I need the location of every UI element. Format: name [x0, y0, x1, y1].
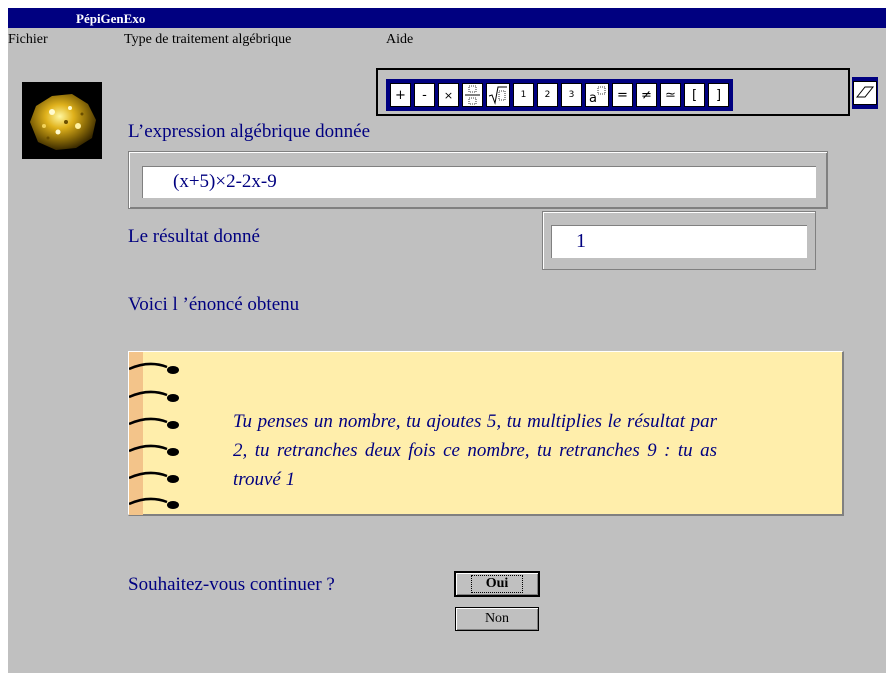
- menu-bar: Fichier Type de traitement algébrique Ai…: [8, 28, 886, 49]
- result-label: Le résultat donné: [128, 226, 260, 247]
- equals-button[interactable]: =: [612, 83, 633, 107]
- toolbar-frame: + - × 1 2 3 a = ≠ ≃ []: [376, 68, 850, 116]
- spiral-binding-icon: [129, 352, 179, 515]
- oui-button-label: Oui: [470, 575, 524, 593]
- expression-label: L’expression algébrique donnée: [128, 121, 370, 142]
- power-icon: a: [589, 86, 606, 105]
- statement-text: Tu penses un nombre, tu ajoutes 5, tu mu…: [233, 411, 717, 490]
- expression-field[interactable]: (x+5)×2-2x-9: [142, 166, 816, 198]
- result-frame: 1: [542, 211, 816, 270]
- menu-aide[interactable]: Aide: [386, 32, 413, 48]
- fraction-icon: [465, 85, 480, 105]
- close-bracket-button[interactable]: ]: [708, 83, 729, 107]
- minus-button[interactable]: -: [414, 83, 435, 107]
- exponent-1-button[interactable]: 1: [513, 83, 534, 107]
- exponent-2-button[interactable]: 2: [537, 83, 558, 107]
- gold-nugget-logo: [22, 82, 102, 159]
- fraction-button[interactable]: [462, 83, 483, 107]
- eraser-icon: [855, 86, 875, 98]
- non-button[interactable]: Non: [455, 607, 539, 631]
- svg-text:a: a: [589, 91, 597, 105]
- expression-frame: (x+5)×2-2x-9: [128, 151, 828, 209]
- sqrt-icon: [488, 86, 507, 105]
- times-button[interactable]: ×: [438, 83, 459, 107]
- plus-button[interactable]: +: [390, 83, 411, 107]
- power-button[interactable]: a: [585, 83, 609, 107]
- toolbar-buttons: + - × 1 2 3 a = ≠ ≃ []: [386, 79, 733, 111]
- eraser-button[interactable]: [853, 81, 877, 105]
- result-value: 1: [576, 230, 586, 252]
- title-bar: PépiGenExo: [8, 8, 886, 28]
- exponent-3-button[interactable]: 3: [561, 83, 582, 107]
- expression-value: (x+5)×2-2x-9: [173, 171, 277, 192]
- non-button-label: Non: [484, 611, 510, 626]
- statement-label: Voici l ’énoncé obtenu: [128, 294, 300, 315]
- not-equal-button[interactable]: ≠: [636, 83, 657, 107]
- window-title: PépiGenExo: [76, 11, 146, 26]
- math-toolbar: + - × 1 2 3 a = ≠ ≃ []: [376, 68, 878, 116]
- eraser-holder: [852, 77, 878, 109]
- notebook-panel: Tu penses un nombre, tu ajoutes 5, tu mu…: [128, 351, 844, 516]
- menu-type-traitement[interactable]: Type de traitement algébrique: [124, 32, 291, 48]
- oui-button[interactable]: Oui: [454, 571, 540, 597]
- result-field[interactable]: 1: [551, 225, 807, 258]
- menu-fichier[interactable]: Fichier: [8, 32, 48, 48]
- approx-button[interactable]: ≃: [660, 83, 681, 107]
- sqrt-button[interactable]: [486, 83, 510, 107]
- continue-question: Souhaitez-vous continuer ?: [128, 574, 335, 595]
- app-window: PépiGenExo Fichier Type de traitement al…: [8, 8, 886, 673]
- open-bracket-button[interactable]: [: [684, 83, 705, 107]
